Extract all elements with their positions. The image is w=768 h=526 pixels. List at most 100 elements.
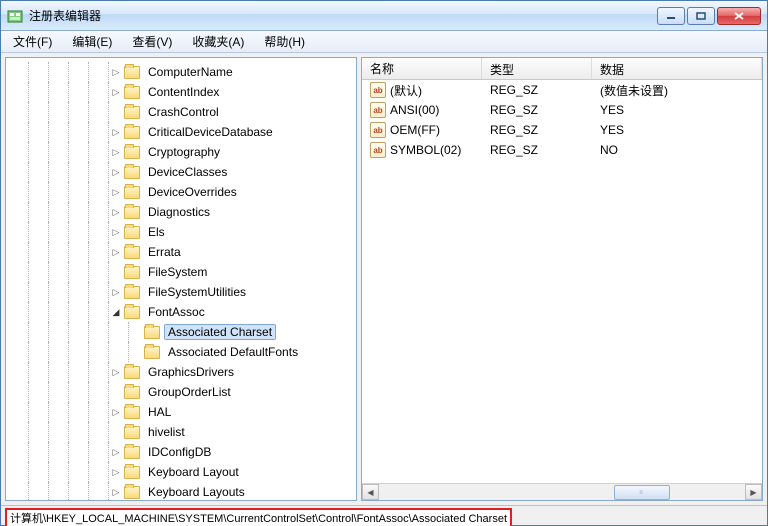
maximize-button[interactable] bbox=[687, 7, 715, 25]
tree-item[interactable]: Associated DefaultFonts bbox=[10, 342, 356, 362]
cell-name: abSYMBOL(02) bbox=[362, 142, 482, 158]
scroll-track[interactable] bbox=[379, 484, 454, 500]
column-header-type[interactable]: 类型 bbox=[482, 58, 592, 79]
folder-icon bbox=[124, 126, 140, 139]
table-row[interactable]: abOEM(FF)REG_SZYES bbox=[362, 120, 762, 140]
scroll-thumb[interactable]: ≡ bbox=[614, 485, 670, 500]
folder-icon bbox=[124, 406, 140, 419]
menu-favorites[interactable]: 收藏夹(A) bbox=[184, 31, 252, 52]
tree-item-label: CrashControl bbox=[144, 104, 223, 120]
scroll-left-button[interactable]: ◀ bbox=[362, 484, 379, 500]
expander-icon[interactable]: ▷ bbox=[110, 247, 122, 258]
tree-item[interactable]: ▷HAL bbox=[10, 402, 356, 422]
menu-view[interactable]: 查看(V) bbox=[124, 31, 180, 52]
expander-icon[interactable]: ▷ bbox=[110, 287, 122, 298]
expander-icon[interactable]: ▷ bbox=[110, 207, 122, 218]
tree-item-label: ContentIndex bbox=[144, 84, 223, 100]
tree-item[interactable]: ▷Cryptography bbox=[10, 142, 356, 162]
scroll-track[interactable] bbox=[670, 484, 745, 500]
folder-icon bbox=[144, 326, 160, 339]
folder-icon bbox=[124, 366, 140, 379]
tree-item[interactable]: ▷ ComputerName bbox=[10, 62, 356, 82]
table-row[interactable]: ab(默认)REG_SZ(数值未设置) bbox=[362, 80, 762, 100]
tree-pane[interactable]: ▷ ComputerName ▷ ContentIndex CrashControl ▷C… bbox=[5, 57, 357, 501]
expander-icon[interactable]: ▷ bbox=[110, 187, 122, 198]
list-header: 名称 类型 数据 bbox=[362, 58, 762, 80]
folder-icon bbox=[124, 226, 140, 239]
window-controls bbox=[657, 7, 761, 25]
tree-item-label: hivelist bbox=[144, 424, 189, 440]
expander-icon[interactable]: ▷ bbox=[110, 487, 122, 498]
scroll-right-button[interactable]: ▶ bbox=[745, 484, 762, 500]
expander-icon[interactable]: ▷ bbox=[110, 447, 122, 458]
column-header-name[interactable]: 名称 bbox=[362, 58, 482, 79]
table-row[interactable]: abSYMBOL(02)REG_SZNO bbox=[362, 140, 762, 160]
tree-item[interactable]: ▷ Keyboard Layout bbox=[10, 462, 356, 482]
tree-item[interactable]: FileSystem bbox=[10, 262, 356, 282]
tree-item[interactable]: ◢ FontAssoc bbox=[10, 302, 356, 322]
tree-item[interactable]: ▷Errata bbox=[10, 242, 356, 262]
reg-string-icon: ab bbox=[370, 102, 386, 118]
tree-item-label: DeviceOverrides bbox=[144, 184, 241, 200]
expander-icon[interactable]: ▷ bbox=[110, 367, 122, 378]
value-name: (默认) bbox=[390, 82, 422, 99]
tree-item[interactable]: GroupOrderList bbox=[10, 382, 356, 402]
expander-icon[interactable]: ▷ bbox=[110, 147, 122, 158]
cell-data: YES bbox=[592, 103, 762, 117]
tree-item[interactable]: ▷CriticalDeviceDatabase bbox=[10, 122, 356, 142]
cell-data: (数值未设置) bbox=[592, 82, 762, 99]
expander-icon[interactable]: ▷ bbox=[110, 467, 122, 478]
tree-item[interactable]: ▷Els bbox=[10, 222, 356, 242]
close-button[interactable] bbox=[717, 7, 761, 25]
tree-item[interactable]: Associated Charset bbox=[10, 322, 356, 342]
tree-item[interactable]: ▷FileSystemUtilities bbox=[10, 282, 356, 302]
horizontal-scrollbar[interactable]: ◀ ≡ ▶ bbox=[362, 483, 762, 500]
menubar: 文件(F) 编辑(E) 查看(V) 收藏夹(A) 帮助(H) bbox=[1, 31, 767, 53]
status-path: 计算机\HKEY_LOCAL_MACHINE\SYSTEM\CurrentCon… bbox=[5, 508, 512, 526]
menu-help[interactable]: 帮助(H) bbox=[256, 31, 313, 52]
tree-item[interactable]: hivelist bbox=[10, 422, 356, 442]
expander-icon[interactable]: ▷ bbox=[110, 407, 122, 418]
tree-item[interactable]: ▷IDConfigDB bbox=[10, 442, 356, 462]
folder-icon bbox=[124, 106, 140, 119]
list-body[interactable]: ab(默认)REG_SZ(数值未设置)abANSI(00)REG_SZYESab… bbox=[362, 80, 762, 483]
minimize-button[interactable] bbox=[657, 7, 685, 25]
folder-icon bbox=[124, 486, 140, 499]
folder-icon bbox=[124, 246, 140, 259]
tree-item[interactable]: ▷ DeviceOverrides bbox=[10, 182, 356, 202]
menu-file[interactable]: 文件(F) bbox=[5, 31, 60, 52]
tree-item-label: Keyboard Layouts bbox=[144, 484, 249, 500]
folder-icon bbox=[144, 346, 160, 359]
tree-item[interactable]: ▷ Keyboard Layouts bbox=[10, 482, 356, 501]
folder-icon bbox=[124, 306, 140, 319]
reg-string-icon: ab bbox=[370, 122, 386, 138]
folder-icon bbox=[124, 146, 140, 159]
expander-icon[interactable]: ◢ bbox=[110, 307, 122, 318]
cell-data: NO bbox=[592, 143, 762, 157]
tree-item[interactable]: CrashControl bbox=[10, 102, 356, 122]
table-row[interactable]: abANSI(00)REG_SZYES bbox=[362, 100, 762, 120]
tree-item-label: FontAssoc bbox=[144, 304, 209, 320]
tree-item-label: GraphicsDrivers bbox=[144, 364, 238, 380]
cell-type: REG_SZ bbox=[482, 103, 592, 117]
tree-item-label: ComputerName bbox=[144, 64, 237, 80]
tree-item-label: Associated Charset bbox=[164, 324, 276, 340]
expander-icon[interactable]: ▷ bbox=[110, 167, 122, 178]
folder-icon bbox=[124, 166, 140, 179]
expander-icon[interactable]: ▷ bbox=[110, 127, 122, 138]
expander-icon[interactable]: ▷ bbox=[110, 67, 122, 78]
cell-type: REG_SZ bbox=[482, 143, 592, 157]
titlebar[interactable]: 注册表编辑器 bbox=[1, 1, 767, 31]
tree-item[interactable]: ▷ ContentIndex bbox=[10, 82, 356, 102]
tree-item[interactable]: ▷DeviceClasses bbox=[10, 162, 356, 182]
folder-icon bbox=[124, 286, 140, 299]
cell-type: REG_SZ bbox=[482, 123, 592, 137]
tree-item[interactable]: ▷ GraphicsDrivers bbox=[10, 362, 356, 382]
tree-item-label: GroupOrderList bbox=[144, 384, 235, 400]
column-header-data[interactable]: 数据 bbox=[592, 58, 762, 79]
expander-icon[interactable]: ▷ bbox=[110, 87, 122, 98]
tree-item[interactable]: ▷Diagnostics bbox=[10, 202, 356, 222]
expander-icon[interactable]: ▷ bbox=[110, 227, 122, 238]
menu-edit[interactable]: 编辑(E) bbox=[64, 31, 120, 52]
tree-item-label: Keyboard Layout bbox=[144, 464, 243, 480]
